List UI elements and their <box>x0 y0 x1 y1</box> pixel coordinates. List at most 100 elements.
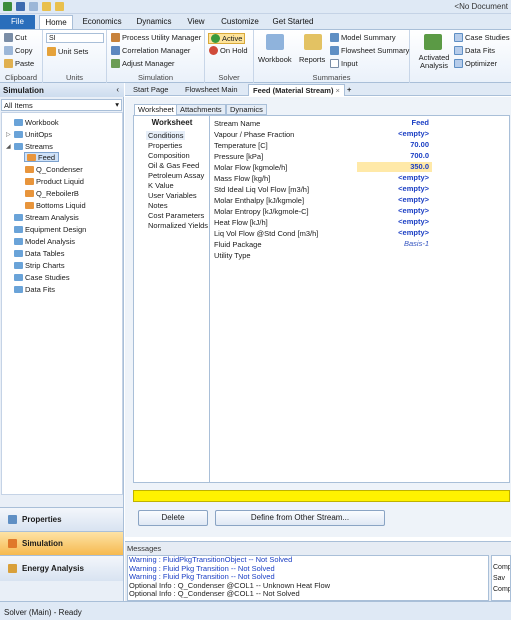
folder-icon[interactable] <box>42 2 51 11</box>
paste-icon <box>4 59 13 68</box>
input-summary-button[interactable]: Input <box>330 59 358 68</box>
unit-set-select[interactable]: SI <box>46 33 104 43</box>
ribbon: Cut Copy Paste Clipboard SI Unit Sets Un… <box>0 29 511 83</box>
tab-view[interactable]: View <box>184 15 208 29</box>
flowsheet-summary-button[interactable]: Flowsheet Summary <box>330 46 409 55</box>
nav-properties-button[interactable]: Properties <box>0 507 123 531</box>
liq-vol-flow-field[interactable]: <empty> <box>357 228 432 238</box>
correlation-manager-button[interactable]: Correlation Manager <box>111 46 190 55</box>
activated-analysis-button[interactable]: Activated Analysis <box>414 54 454 70</box>
tree-item-data-fits[interactable]: Data Fits <box>6 284 55 294</box>
row-temperature: Temperature [C] 70.00 <box>212 140 510 151</box>
workbook-button[interactable]: Workbook <box>258 55 292 64</box>
message-item[interactable]: Optional Info : Q_Condenser @COL1 -- Not… <box>128 589 488 599</box>
section-notes[interactable]: Notes <box>148 201 168 210</box>
mass-flow-field[interactable]: <empty> <box>357 173 432 183</box>
pressure-field[interactable]: 700.0 <box>357 151 432 161</box>
tab-feed-material-stream[interactable]: Feed (Material Stream) × <box>248 84 345 96</box>
tab-file[interactable]: File <box>0 15 35 29</box>
tree-label: Streams <box>25 141 53 151</box>
process-utility-manager-button[interactable]: Process Utility Manager <box>111 33 201 42</box>
tab-get-started[interactable]: Get Started <box>270 15 316 29</box>
tree-label: Model Analysis <box>25 236 76 246</box>
utility-type-field[interactable] <box>357 250 432 260</box>
subtab-attachments[interactable]: Attachments <box>176 104 226 115</box>
section-oil-gas-feed[interactable]: Oil & Gas Feed <box>148 161 199 170</box>
tree-item-strip-charts[interactable]: Strip Charts <box>6 260 65 270</box>
tree-item-streams[interactable]: ◢ Streams <box>6 141 53 151</box>
trace-item: Comp <box>493 564 511 571</box>
tree-item-feed[interactable]: Feed <box>24 152 60 162</box>
paste-button[interactable]: Paste <box>4 59 34 68</box>
tree-item-stream-analysis[interactable]: Stream Analysis <box>6 212 79 222</box>
section-composition[interactable]: Composition <box>148 151 190 160</box>
tree-item-unitops[interactable]: ▷ UnitOps <box>6 129 52 139</box>
solver-on-hold-button[interactable]: On Hold <box>209 46 248 55</box>
molar-flow-field[interactable]: 350.0 <box>357 162 432 172</box>
optimizer-button[interactable]: Optimizer <box>454 59 497 68</box>
stream-icon <box>25 201 34 209</box>
temperature-field[interactable]: 70.00 <box>357 140 432 150</box>
reports-button[interactable]: Reports <box>299 55 325 64</box>
copy-button[interactable]: Copy <box>4 46 33 55</box>
section-petroleum-assay[interactable]: Petroleum Assay <box>148 171 204 180</box>
section-conditions[interactable]: Conditions <box>146 131 186 140</box>
tree-item-bottoms-liquid[interactable]: Bottoms Liquid <box>25 200 86 210</box>
heat-flow-field[interactable]: <empty> <box>357 217 432 227</box>
section-user-variables[interactable]: User Variables <box>148 191 197 200</box>
tab-start-page[interactable]: Start Page <box>129 84 172 96</box>
expand-icon[interactable]: ▷ <box>6 131 12 138</box>
solver-active-button[interactable]: Active <box>208 33 246 44</box>
model-summary-button[interactable]: Model Summary <box>330 33 396 42</box>
save-icon[interactable] <box>16 2 25 11</box>
tree-item-q-condenser[interactable]: Q_Condenser <box>25 164 83 174</box>
tree-item-workbook[interactable]: Workbook <box>6 117 59 127</box>
row-label: Molar Flow [kgmole/h] <box>214 163 288 172</box>
vapour-fraction-field[interactable]: <empty> <box>357 129 432 139</box>
paste-label: Paste <box>15 59 35 68</box>
row-utility-type: Utility Type <box>212 250 510 261</box>
tab-customize[interactable]: Customize <box>218 15 262 29</box>
delete-button[interactable]: Delete <box>138 510 208 526</box>
tab-flowsheet-main[interactable]: Flowsheet Main <box>181 84 242 96</box>
tab-dynamics[interactable]: Dynamics <box>134 15 174 29</box>
tree-item-data-tables[interactable]: Data Tables <box>6 248 64 258</box>
chevron-down-icon: ▾ <box>115 100 119 109</box>
section-normalized-yields[interactable]: Normalized Yields <box>148 221 208 230</box>
tab-home[interactable]: Home <box>39 15 73 29</box>
subtab-dynamics[interactable]: Dynamics <box>226 104 267 115</box>
input-label: Input <box>341 59 358 68</box>
collapse-icon[interactable]: ◢ <box>6 143 12 150</box>
tab-economics[interactable]: Economics <box>78 15 126 29</box>
close-icon[interactable]: × <box>336 86 340 95</box>
folder-icon <box>14 285 23 293</box>
add-tab-button[interactable]: + <box>343 84 355 96</box>
tree-item-model-analysis[interactable]: Model Analysis <box>6 236 75 246</box>
molar-enthalpy-field[interactable]: <empty> <box>357 195 432 205</box>
unit-sets-button[interactable]: Unit Sets <box>47 47 88 56</box>
define-from-other-stream-button[interactable]: Define from Other Stream... <box>215 510 385 526</box>
nav-filter-select[interactable]: All Items ▾ <box>1 99 122 111</box>
nav-simulation-button[interactable]: Simulation <box>0 531 123 555</box>
section-cost-parameters[interactable]: Cost Parameters <box>148 211 204 220</box>
case-studies-button[interactable]: Case Studies <box>454 33 510 42</box>
case-studies-label: Case Studies <box>465 33 510 42</box>
stream-name-field[interactable]: Feed <box>357 118 432 128</box>
tree-item-product-liquid[interactable]: Product Liquid <box>25 176 84 186</box>
tree-item-equipment-design[interactable]: Equipment Design <box>6 224 86 234</box>
section-k-value[interactable]: K Value <box>148 181 174 190</box>
molar-entropy-field[interactable]: <empty> <box>357 206 432 216</box>
tree-item-case-studies[interactable]: Case Studies <box>6 272 70 282</box>
data-fits-button[interactable]: Data Fits <box>454 46 495 55</box>
tree-item-q-reboilerb[interactable]: Q_ReboilerB <box>25 188 79 198</box>
nav-energy-analysis-button[interactable]: Energy Analysis <box>0 555 123 581</box>
std-ideal-liq-vol-field[interactable]: <empty> <box>357 184 432 194</box>
adjust-manager-button[interactable]: Adjust Manager <box>111 59 175 68</box>
case-studies-icon <box>454 33 463 42</box>
open-icon[interactable] <box>55 2 64 11</box>
cut-button[interactable]: Cut <box>4 33 27 42</box>
collapse-chevron-icon[interactable]: ‹ <box>116 85 119 94</box>
section-properties[interactable]: Properties <box>148 141 182 150</box>
undo-icon[interactable] <box>29 2 38 11</box>
fluid-package-field[interactable]: Basis-1 <box>357 239 432 249</box>
